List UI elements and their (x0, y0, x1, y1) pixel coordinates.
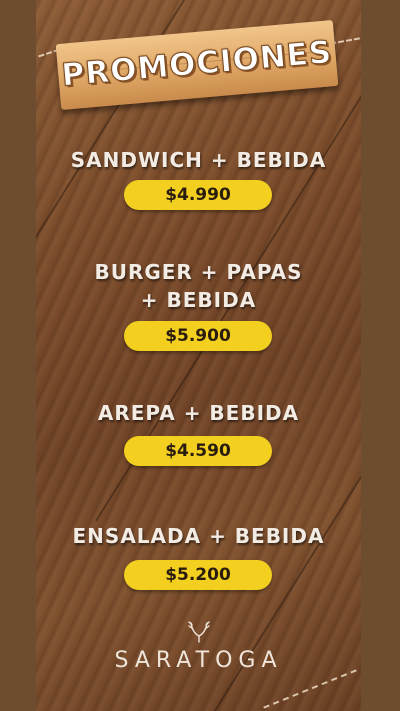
antlers-icon (188, 621, 210, 643)
brand-name: SARATOGA (114, 648, 283, 673)
story-frame (0, 0, 400, 711)
promo-name-sandwich: SANDWICH + BEBIDA (70, 148, 327, 172)
promo-name-arepa: AREPA + BEBIDA (97, 401, 300, 425)
promo-name-burger-line2: + BEBIDA (140, 288, 257, 312)
price-badge-sandwich: $4.990 (124, 180, 272, 210)
page-title: PROMOCIONES (60, 34, 334, 95)
price-badge-arepa: $4.590 (124, 436, 272, 466)
price-badge-ensalada: $5.200 (124, 560, 272, 590)
promo-name-burger-line1: BURGER + PAPAS (94, 260, 303, 284)
promo-name-ensalada: ENSALADA + BEBIDA (72, 524, 325, 548)
price-badge-burger: $5.900 (124, 321, 272, 351)
